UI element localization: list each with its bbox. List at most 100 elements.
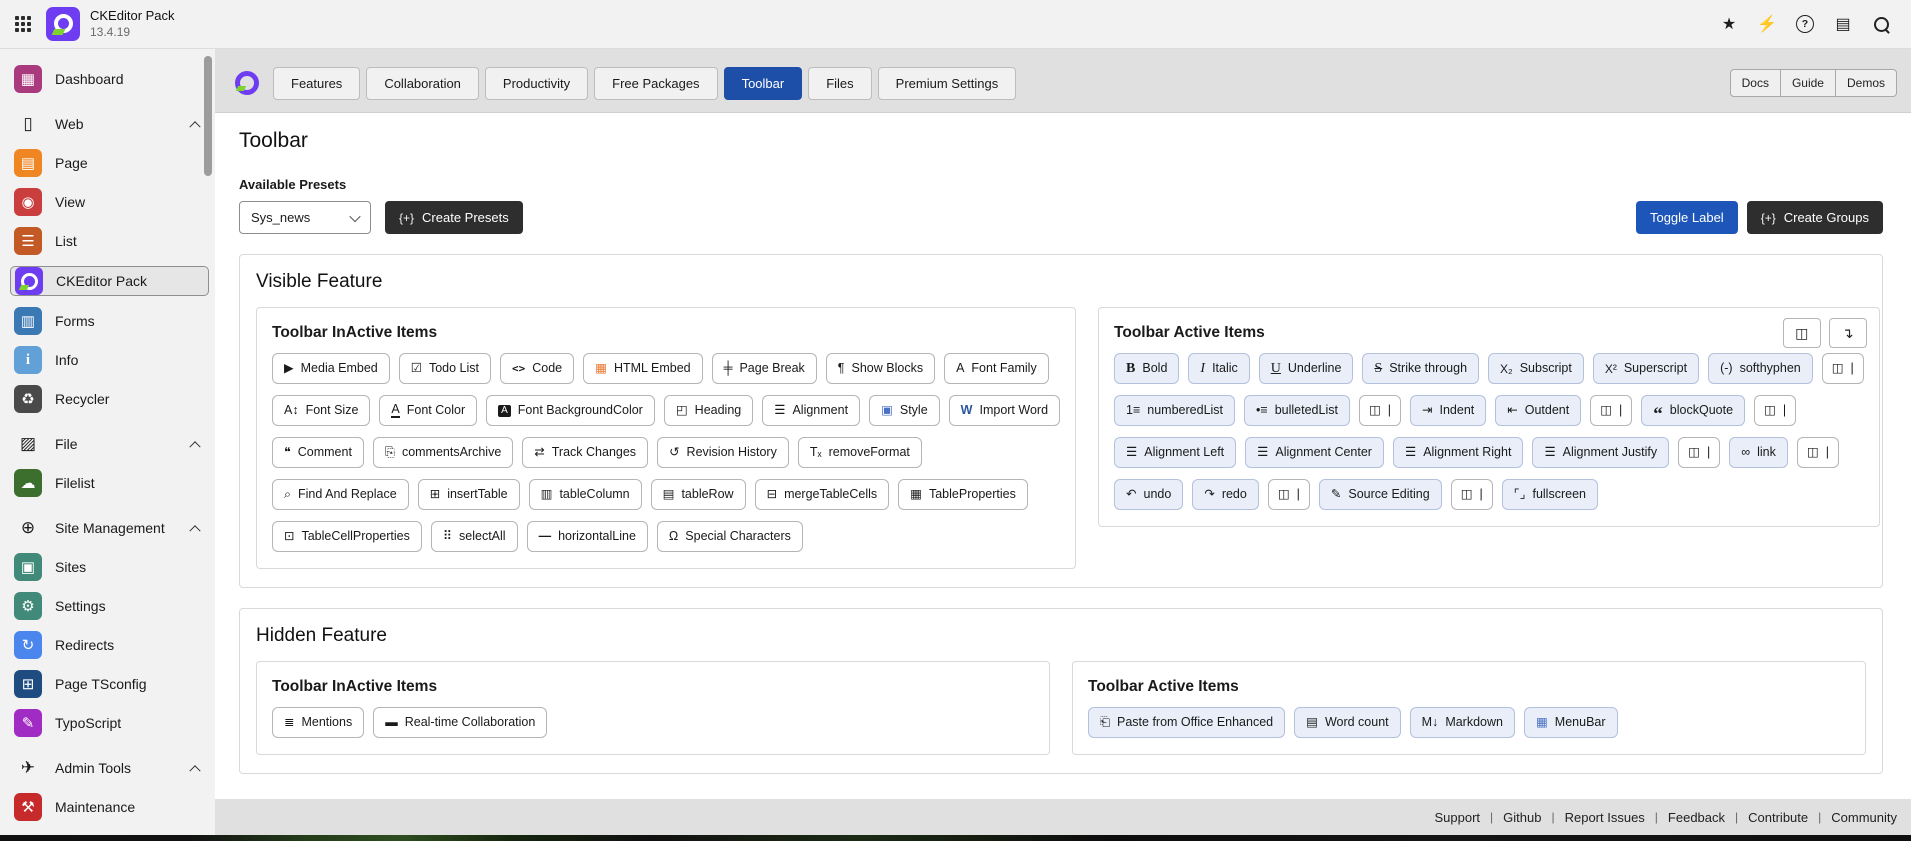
selectall-chip[interactable]: ⠿selectAll — [431, 521, 518, 552]
tab-collaboration[interactable]: Collaboration — [366, 67, 479, 100]
special-characters-chip[interactable]: ΩSpecial Characters — [657, 521, 803, 552]
tab-features[interactable]: Features — [273, 67, 360, 100]
tablecolumn-chip[interactable]: ▥tableColumn — [529, 479, 642, 510]
sidebar-item-page[interactable]: ▤Page — [10, 149, 209, 177]
create-groups-button[interactable]: {+} Create Groups — [1747, 201, 1883, 234]
footer-link-contribute[interactable]: Contribute — [1748, 810, 1808, 825]
sidebar-item-typoscript[interactable]: ✎TypoScript — [10, 709, 209, 737]
sidebar-item-ckeditor-pack[interactable]: CKEditor Pack — [10, 266, 209, 296]
modules-icon[interactable]: ▤ — [1827, 8, 1859, 40]
underline-chip[interactable]: UUnderline — [1259, 353, 1354, 384]
tab-premium-settings[interactable]: Premium Settings — [878, 67, 1017, 100]
blockquote-chip[interactable]: “blockQuote — [1641, 395, 1745, 426]
separator-chip[interactable]: ◫| — [1678, 437, 1720, 468]
find-and-replace-chip[interactable]: ⌕Find And Replace — [272, 479, 409, 510]
html-embed-chip[interactable]: ▦HTML Embed — [583, 353, 702, 384]
strike-through-chip[interactable]: SStrike through — [1362, 353, 1479, 384]
preset-select[interactable]: Sys_news — [239, 201, 371, 234]
link-chip[interactable]: ∞link — [1729, 437, 1788, 468]
alignment-chip[interactable]: ☰Alignment — [762, 395, 860, 426]
italic-chip[interactable]: IItalic — [1188, 353, 1249, 384]
separator-chip[interactable]: ◫| — [1359, 395, 1401, 426]
commentsarchive-chip[interactable]: ⎘commentsArchive — [373, 437, 513, 468]
revision-history-chip[interactable]: ↺Revision History — [657, 437, 789, 468]
real-time-collaboration-chip[interactable]: ▬Real-time Collaboration — [373, 707, 547, 738]
comment-chip[interactable]: ❝Comment — [272, 437, 364, 468]
demos-button[interactable]: Demos — [1835, 70, 1896, 96]
separator-chip[interactable]: ◫| — [1797, 437, 1839, 468]
sidebar-item-view[interactable]: ◉View — [10, 188, 209, 216]
font-color-chip[interactable]: AFont Color — [379, 395, 477, 426]
create-presets-button[interactable]: {+} Create Presets — [385, 201, 523, 234]
footer-link-report-issues[interactable]: Report Issues — [1565, 810, 1645, 825]
footer-link-feedback[interactable]: Feedback — [1668, 810, 1725, 825]
code-chip[interactable]: <>Code — [500, 353, 574, 384]
sidebar-section-file[interactable]: ▨File — [10, 430, 209, 458]
tab-toolbar[interactable]: Toolbar — [724, 67, 803, 100]
sidebar-section-site-management[interactable]: ⊕Site Management — [10, 514, 209, 542]
sidebar-section-admin-tools[interactable]: ✈Admin Tools — [10, 754, 209, 782]
docs-button[interactable]: Docs — [1731, 70, 1780, 96]
tab-free-packages[interactable]: Free Packages — [594, 67, 717, 100]
bold-chip[interactable]: BBold — [1114, 353, 1179, 384]
sidebar-item-info[interactable]: iInfo — [10, 346, 209, 374]
font-family-chip[interactable]: AFont Family — [944, 353, 1049, 384]
sidebar-item-dashboard[interactable]: ▦Dashboard — [10, 65, 209, 93]
sidebar-item-maintenance[interactable]: ⚒Maintenance — [10, 793, 209, 821]
sidebar-scrollbar[interactable] — [204, 56, 212, 176]
menubar-chip[interactable]: ▦MenuBar — [1524, 707, 1618, 738]
show-blocks-chip[interactable]: ¶Show Blocks — [826, 353, 935, 384]
subscript-chip[interactable]: X₂Subscript — [1488, 353, 1584, 384]
alignment-left-chip[interactable]: ☰Alignment Left — [1114, 437, 1236, 468]
sidebar-item-redirects[interactable]: ↻Redirects — [10, 631, 209, 659]
mergetablecells-chip[interactable]: ⊟mergeTableCells — [755, 479, 890, 510]
heading-chip[interactable]: ◰Heading — [664, 395, 753, 426]
separator-chip[interactable]: ◫| — [1822, 353, 1864, 384]
tab-files[interactable]: Files — [808, 67, 871, 100]
toolbar-separator-button[interactable]: ◫ — [1783, 318, 1821, 348]
guide-button[interactable]: Guide — [1780, 70, 1835, 96]
superscript-chip[interactable]: X²Superscript — [1593, 353, 1699, 384]
tablerow-chip[interactable]: ▤tableRow — [651, 479, 746, 510]
source-editing-chip[interactable]: ✎Source Editing — [1319, 479, 1442, 510]
style-chip[interactable]: ▣Style — [869, 395, 940, 426]
redo-chip[interactable]: ↷redo — [1192, 479, 1259, 510]
sidebar-item-recycler[interactable]: ♻Recycler — [10, 385, 209, 413]
sidebar-section-web[interactable]: ▯Web — [10, 110, 209, 138]
separator-chip[interactable]: ◫| — [1451, 479, 1493, 510]
alignment-center-chip[interactable]: ☰Alignment Center — [1245, 437, 1384, 468]
paste-from-office-enhanced-chip[interactable]: ⎗Paste from Office Enhanced — [1088, 707, 1285, 738]
separator-chip[interactable]: ◫| — [1754, 395, 1796, 426]
apps-grid-icon[interactable] — [15, 16, 31, 32]
tablecellproperties-chip[interactable]: ⊡TableCellProperties — [272, 521, 422, 552]
sidebar-item-list[interactable]: ☰List — [10, 227, 209, 255]
fullscreen-chip[interactable]: ⌜⌟fullscreen — [1502, 479, 1598, 510]
footer-link-support[interactable]: Support — [1434, 810, 1480, 825]
removeformat-chip[interactable]: TₓremoveFormat — [798, 437, 922, 468]
move-down-button[interactable]: ↴ — [1829, 318, 1867, 348]
undo-chip[interactable]: ↶undo — [1114, 479, 1183, 510]
separator-chip[interactable]: ◫| — [1590, 395, 1632, 426]
alignment-justify-chip[interactable]: ☰Alignment Justify — [1532, 437, 1669, 468]
media-embed-chip[interactable]: ▶Media Embed — [272, 353, 390, 384]
footer-link-github[interactable]: Github — [1503, 810, 1541, 825]
horizontalline-chip[interactable]: —horizontalLine — [527, 521, 648, 552]
page-break-chip[interactable]: ╪Page Break — [712, 353, 817, 384]
sidebar-item-settings[interactable]: ⚙Settings — [10, 592, 209, 620]
toggle-label-button[interactable]: Toggle Label — [1636, 201, 1738, 234]
separator-chip[interactable]: ◫| — [1268, 479, 1310, 510]
outdent-chip[interactable]: ⇤Outdent — [1495, 395, 1581, 426]
import-word-chip[interactable]: WImport Word — [949, 395, 1060, 426]
todo-list-chip[interactable]: ☑Todo List — [399, 353, 491, 384]
star-icon[interactable]: ★ — [1713, 8, 1745, 40]
bolt-icon[interactable]: ⚡ — [1751, 8, 1783, 40]
numberedlist-chip[interactable]: 1≡numberedList — [1114, 395, 1235, 426]
softhyphen-chip[interactable]: (-)softhyphen — [1708, 353, 1813, 384]
markdown-chip[interactable]: M↓Markdown — [1410, 707, 1515, 738]
font-size-chip[interactable]: A↕Font Size — [272, 395, 370, 426]
track-changes-chip[interactable]: ⇄Track Changes — [522, 437, 648, 468]
alignment-right-chip[interactable]: ☰Alignment Right — [1393, 437, 1523, 468]
footer-link-community[interactable]: Community — [1831, 810, 1897, 825]
help-icon[interactable]: ? — [1789, 8, 1821, 40]
tableproperties-chip[interactable]: ▦TableProperties — [898, 479, 1028, 510]
